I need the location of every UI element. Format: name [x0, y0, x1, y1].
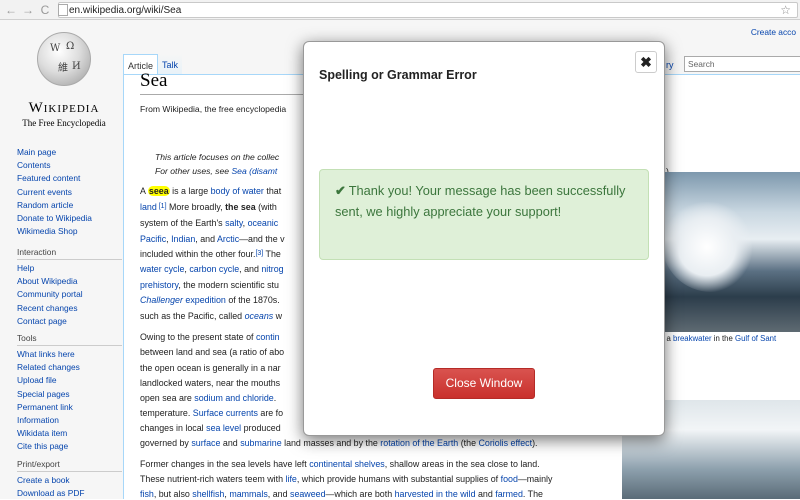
modal-title: Spelling or Grammar Error [319, 68, 477, 82]
bookmark-star-icon[interactable]: ☆ [780, 3, 791, 17]
back-button[interactable]: ← [4, 3, 18, 17]
browser-toolbar: ← → C en.wikipedia.org/wiki/Sea ☆ [0, 0, 800, 20]
close-icon[interactable]: ✖ [635, 51, 657, 73]
page-icon [58, 4, 68, 16]
reload-button[interactable]: C [38, 3, 52, 17]
success-alert: ✔ Thank you! Your message has been succes… [319, 169, 649, 260]
url-text: en.wikipedia.org/wiki/Sea [69, 5, 182, 16]
error-report-modal: Spelling or Grammar Error ✖ ✔ Thank you! … [303, 41, 665, 436]
address-bar[interactable]: en.wikipedia.org/wiki/Sea ☆ [58, 2, 798, 18]
forward-button[interactable]: → [21, 3, 35, 17]
checkmark-icon: ✔ [335, 183, 346, 198]
close-window-button[interactable]: Close Window [433, 368, 535, 399]
success-message: Thank you! Your message has been success… [335, 183, 626, 219]
